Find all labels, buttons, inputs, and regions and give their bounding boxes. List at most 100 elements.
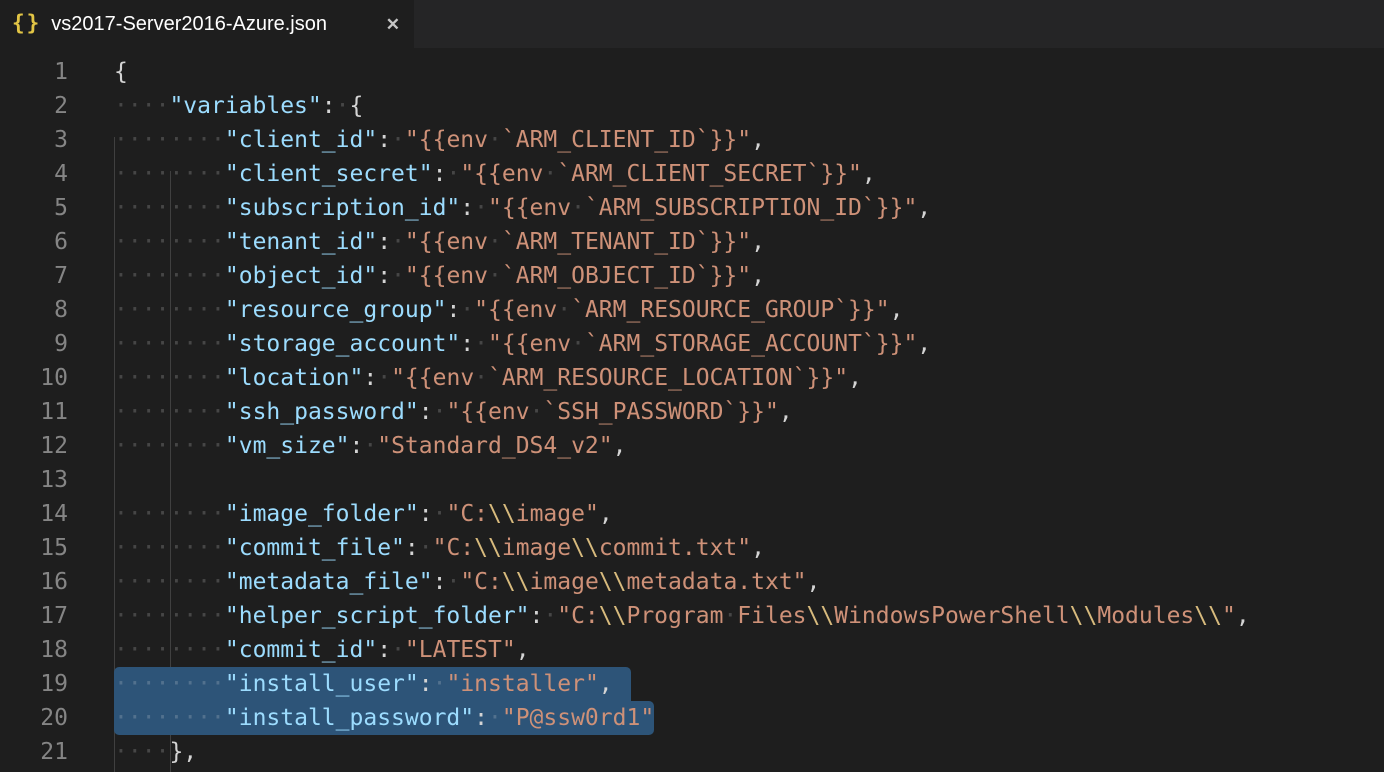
code-line[interactable]: 8········"resource_group":·"{{env·`ARM_R… xyxy=(0,293,1384,327)
tab-close-icon[interactable]: ✕ xyxy=(386,16,400,33)
line-number: 15 xyxy=(0,531,68,565)
whitespace-dot: · xyxy=(114,739,128,765)
line-number: 1 xyxy=(0,55,68,89)
whitespace-dot: · xyxy=(156,637,170,663)
code-editor[interactable]: 1{2····"variables":·{3········"client_id… xyxy=(0,48,1384,772)
line-number: 10 xyxy=(0,361,68,395)
code-line[interactable]: 15········"commit_file":·"C:\\image\\com… xyxy=(0,531,1384,565)
whitespace-dot: · xyxy=(142,705,156,731)
whitespace-dot: · xyxy=(142,739,156,765)
line-number: 4 xyxy=(0,157,68,191)
whitespace-dot: · xyxy=(142,433,156,459)
line-number: 16 xyxy=(0,565,68,599)
code-line[interactable]: 1{ xyxy=(0,55,1384,89)
code-line[interactable]: 16········"metadata_file":·"C:\\image\\m… xyxy=(0,565,1384,599)
whitespace-dot: · xyxy=(336,93,350,119)
whitespace-dot: · xyxy=(142,263,156,289)
line-number: 3 xyxy=(0,123,68,157)
whitespace-dot: · xyxy=(183,297,197,323)
whitespace-dot: · xyxy=(169,603,183,629)
code-line[interactable]: 20········"install_password":·"P@ssw0rd1… xyxy=(0,701,1384,735)
whitespace-dot: · xyxy=(128,671,142,697)
code-line-content: ········"vm_size":·"Standard_DS4_v2", xyxy=(114,429,626,463)
whitespace-dot: · xyxy=(183,569,197,595)
whitespace-dot: · xyxy=(169,637,183,663)
whitespace-dot: · xyxy=(156,331,170,357)
whitespace-dot: · xyxy=(156,127,170,153)
line-number: 9 xyxy=(0,327,68,361)
whitespace-dot: · xyxy=(114,433,128,459)
whitespace-dot: · xyxy=(142,603,156,629)
whitespace-dot: · xyxy=(183,365,197,391)
whitespace-dot: · xyxy=(169,127,183,153)
code-line[interactable]: 17········"helper_script_folder":·"C:\\P… xyxy=(0,599,1384,633)
code-line[interactable]: 5········"subscription_id":·"{{env·`ARM_… xyxy=(0,191,1384,225)
whitespace-dot: · xyxy=(128,229,142,255)
code-line[interactable]: 7········"object_id":·"{{env·`ARM_OBJECT… xyxy=(0,259,1384,293)
line-number: 17 xyxy=(0,599,68,633)
whitespace-dot: · xyxy=(128,603,142,629)
whitespace-dot: · xyxy=(114,705,128,731)
tab-vs2017-server2016-azure-json[interactable]: {} vs2017-Server2016-Azure.json ✕ xyxy=(0,0,414,48)
whitespace-dot: · xyxy=(142,195,156,221)
whitespace-dot: · xyxy=(183,603,197,629)
whitespace-dot: · xyxy=(183,705,197,731)
whitespace-dot: · xyxy=(156,433,170,459)
code-line[interactable]: 9········"storage_account":·"{{env·`ARM_… xyxy=(0,327,1384,361)
whitespace-dot: · xyxy=(156,399,170,425)
line-number: 19 xyxy=(0,667,68,701)
whitespace-dot: · xyxy=(114,535,128,561)
code-line-content: ········"location":·"{{env·`ARM_RESOURCE… xyxy=(114,361,862,395)
code-line[interactable]: 14········"image_folder":·"C:\\image", xyxy=(0,497,1384,531)
whitespace-dot: · xyxy=(169,161,183,187)
code-line-content-selected: ········"install_user":·"installer", xyxy=(114,667,631,701)
code-line[interactable]: 11········"ssh_password":·"{{env·`SSH_PA… xyxy=(0,395,1384,429)
whitespace-dot: · xyxy=(197,263,211,289)
whitespace-dot: · xyxy=(488,705,502,731)
line-number: 7 xyxy=(0,259,68,293)
whitespace-dot: · xyxy=(128,93,142,119)
line-number: 14 xyxy=(0,497,68,531)
whitespace-dot: · xyxy=(211,127,225,153)
code-line[interactable]: 3········"client_id":·"{{env·`ARM_CLIENT… xyxy=(0,123,1384,157)
code-line[interactable]: 12········"vm_size":·"Standard_DS4_v2", xyxy=(0,429,1384,463)
whitespace-dot: · xyxy=(142,297,156,323)
whitespace-dot: · xyxy=(183,161,197,187)
whitespace-dot: · xyxy=(169,535,183,561)
whitespace-dot: · xyxy=(391,127,405,153)
code-line[interactable]: 13 xyxy=(0,463,1384,497)
whitespace-dot: · xyxy=(169,671,183,697)
whitespace-dot: · xyxy=(169,263,183,289)
whitespace-dot: · xyxy=(142,127,156,153)
code-lines: 1{2····"variables":·{3········"client_id… xyxy=(0,55,1384,769)
code-line[interactable]: 10········"location":·"{{env·`ARM_RESOUR… xyxy=(0,361,1384,395)
whitespace-dot: · xyxy=(156,195,170,221)
code-line[interactable]: 19········"install_user":·"installer", xyxy=(0,667,1384,701)
code-line[interactable]: 18········"commit_id":·"LATEST", xyxy=(0,633,1384,667)
line-number: 2 xyxy=(0,89,68,123)
code-line[interactable]: 21····}, xyxy=(0,735,1384,769)
line-number: 20 xyxy=(0,701,68,735)
whitespace-dot: · xyxy=(114,127,128,153)
whitespace-dot: · xyxy=(142,535,156,561)
whitespace-dot: · xyxy=(128,195,142,221)
whitespace-dot: · xyxy=(142,331,156,357)
line-number: 5 xyxy=(0,191,68,225)
whitespace-dot: · xyxy=(197,501,211,527)
whitespace-dot: · xyxy=(169,569,183,595)
code-line-content: ········"resource_group":·"{{env·`ARM_RE… xyxy=(114,293,903,327)
whitespace-dot: · xyxy=(557,297,571,323)
code-line[interactable]: 2····"variables":·{ xyxy=(0,89,1384,123)
whitespace-dot: · xyxy=(142,501,156,527)
whitespace-dot: · xyxy=(156,535,170,561)
whitespace-dot: · xyxy=(142,365,156,391)
whitespace-dot: · xyxy=(211,297,225,323)
whitespace-dot: · xyxy=(211,637,225,663)
whitespace-dot: · xyxy=(156,161,170,187)
code-line[interactable]: 6········"tenant_id":·"{{env·`ARM_TENANT… xyxy=(0,225,1384,259)
code-line-content: ········"tenant_id":·"{{env·`ARM_TENANT_… xyxy=(114,225,765,259)
whitespace-dot: · xyxy=(169,195,183,221)
code-line-content: ····}, xyxy=(114,735,197,769)
code-line[interactable]: 4········"client_secret":·"{{env·`ARM_CL… xyxy=(0,157,1384,191)
whitespace-dot: · xyxy=(543,161,557,187)
